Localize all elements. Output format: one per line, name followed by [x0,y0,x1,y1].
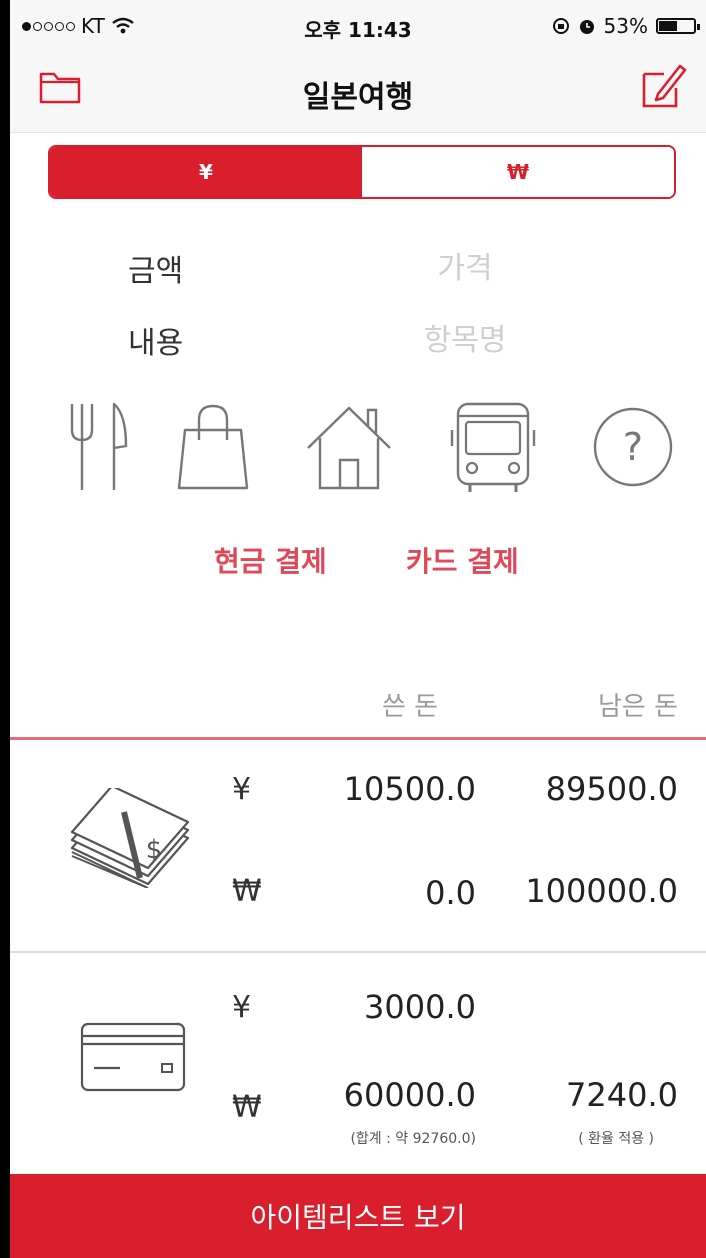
question-icon: ? [593,407,673,487]
top-bar: KT 오후 11:43 53% 일본여행 [10,0,706,133]
page-title: 일본여행 [302,80,414,115]
status-right: 53% [552,14,700,38]
card-payment-button[interactable]: 카드 결제 [406,540,519,580]
item-list-button[interactable]: 아이템리스트 보기 [10,1174,706,1258]
svg-text:$: $ [146,835,163,865]
card-won-remaining: 7240.0 [566,1076,678,1114]
category-transport[interactable] [448,400,538,494]
battery-icon [656,18,700,34]
spent-header: 쓴 돈 [382,692,439,722]
category-lodging[interactable] [304,400,394,494]
total-note: (합계 : 약 92760.0) [350,1131,476,1147]
card-yen-symbol: ¥ [232,990,252,1025]
section-divider [10,951,706,953]
status-bar: KT 오후 11:43 53% [10,14,706,48]
cash-yen-symbol: ¥ [232,772,252,807]
content-row: 내용 [10,318,706,368]
cash-payment-button[interactable]: 현금 결제 [214,540,327,580]
cash-won-spent: 0.0 [425,874,476,912]
currency-won-segment[interactable]: ₩ [362,147,674,197]
app-screen: KT 오후 11:43 53% 일본여행 ¥ ₩ 금액 가격 내용 항목명 ? … [10,0,706,1258]
amount-row: 금액 [10,246,706,296]
cash-yen-remaining: 89500.0 [545,770,678,808]
category-food[interactable] [54,400,144,494]
remaining-header: 남은 돈 [597,692,678,722]
content-input[interactable] [310,318,620,362]
cash-stack-icon: $ [70,788,190,888]
category-shopping[interactable] [168,400,258,494]
shopping-bag-icon [177,404,249,490]
cash-yen-spent: 10500.0 [343,770,476,808]
cash-won-remaining: 100000.0 [525,872,678,910]
credit-card-icon [80,1022,186,1092]
currency-toggle: ¥ ₩ [48,145,676,199]
card-won-symbol: ₩ [232,1090,262,1125]
content-label: 내용 [128,326,184,361]
compose-icon [642,64,687,108]
card-won-spent: 60000.0 [343,1076,476,1114]
amount-input[interactable] [310,246,620,290]
amount-label: 금액 [128,254,184,289]
fork-knife-icon [70,402,128,490]
compose-button[interactable] [638,60,688,110]
house-icon [307,406,391,490]
category-other[interactable]: ? [588,400,678,494]
alarm-icon [579,20,594,34]
rotation-lock-icon [552,18,569,34]
exchange-rate-note: ( 환율 적용 ) [578,1131,654,1147]
bus-icon [450,402,536,492]
card-yen-spent: 3000.0 [364,988,476,1026]
cash-won-symbol: ₩ [232,874,262,909]
battery-percent: 53% [603,14,648,38]
summary-divider [10,737,706,740]
svg-text:?: ? [623,425,643,469]
currency-yen-segment[interactable]: ¥ [50,147,362,197]
